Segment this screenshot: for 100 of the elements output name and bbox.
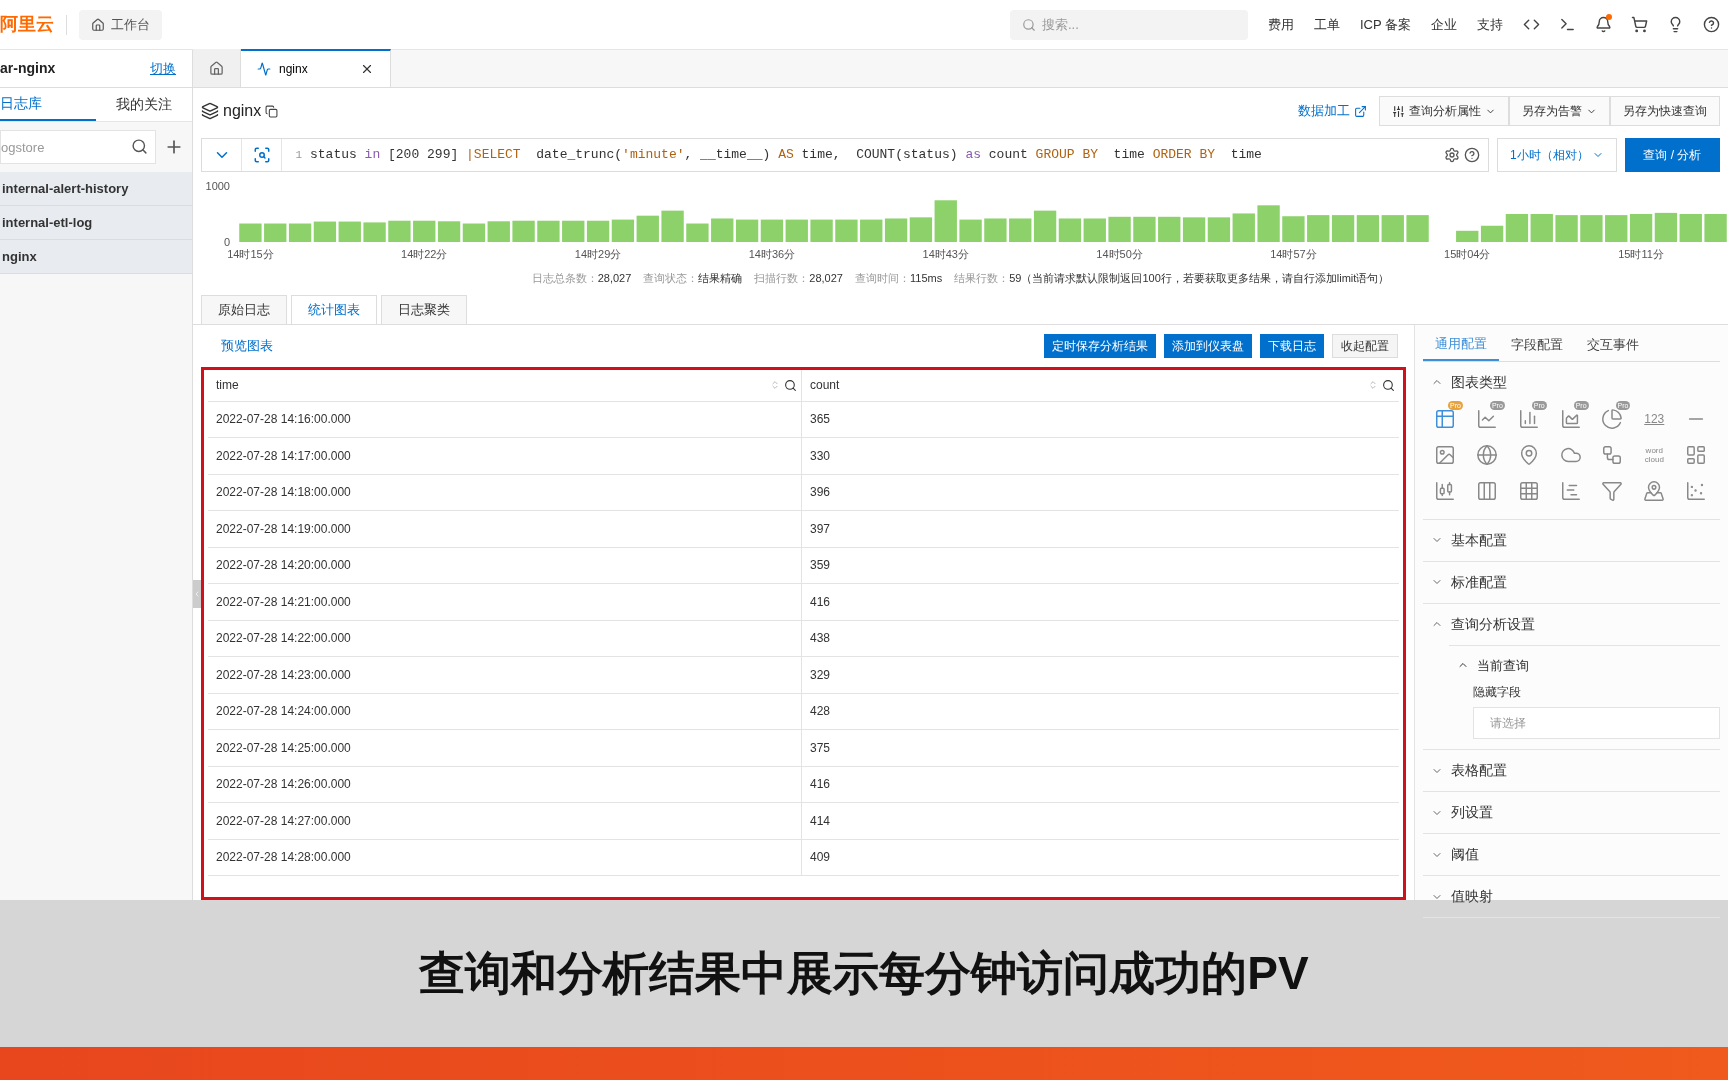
table-icon[interactable] <box>1434 407 1456 430</box>
query-button[interactable]: 查询 / 分析 <box>1625 138 1720 172</box>
copy-icon[interactable] <box>265 104 279 118</box>
sidebar-tab[interactable]: 日志库 <box>0 88 96 121</box>
data-process-link[interactable]: 数据加工 <box>1298 101 1367 121</box>
histogram-bar <box>1058 218 1082 242</box>
sidebar-tab[interactable]: 我的关注 <box>96 88 192 121</box>
search-icon <box>1021 17 1036 32</box>
histogram-bar <box>1381 215 1404 242</box>
histogram-bar <box>487 221 510 242</box>
logstore-item[interactable]: internal-etl-log <box>0 206 192 240</box>
histogram-bar <box>1679 214 1702 242</box>
query-editor[interactable]: 1 status in [200 299] |SELECT date_trunc('minute', __time__) AS time, COUNT(status) as count GROUP BY time ORDER BY time <box>201 138 1489 172</box>
image-icon[interactable] <box>1434 443 1456 466</box>
bar-chart-icon[interactable] <box>1517 407 1540 430</box>
section-header[interactable]: 表格配置 <box>1423 760 1507 781</box>
nav-link[interactable]: 费用 <box>1267 14 1294 35</box>
query-assist-icon[interactable] <box>252 146 271 164</box>
config-tab[interactable]: 通用配置 <box>1423 328 1499 361</box>
action-button[interactable]: 查询分析属性 <box>1379 96 1509 126</box>
toolbar-button[interactable]: 添加到仪表盘 <box>1164 333 1252 358</box>
search-icon[interactable] <box>784 378 797 392</box>
section-header[interactable]: 阈值 <box>1423 844 1479 865</box>
page-tab[interactable]: nginx <box>241 49 391 87</box>
axis-label: 1000 <box>205 180 230 192</box>
histogram-bar <box>1356 215 1380 242</box>
gantt-icon[interactable] <box>1559 479 1582 502</box>
blocks-icon[interactable] <box>1685 443 1708 466</box>
help-icon[interactable] <box>1703 16 1720 33</box>
nav-link[interactable]: 支持 <box>1477 14 1503 35</box>
table-cell-text: 2022-07-28 14:18:00.000 <box>216 484 351 502</box>
nav-link[interactable]: ICP 备案 <box>1359 14 1411 35</box>
histogram-bar <box>611 219 635 242</box>
axis-label: 15时04分 <box>1444 247 1491 262</box>
pie-chart-icon[interactable] <box>1601 407 1624 430</box>
workbench-button[interactable]: 工作台 <box>79 9 162 40</box>
columns-icon[interactable] <box>1475 479 1498 502</box>
location-icon[interactable] <box>1643 479 1666 502</box>
help-icon[interactable] <box>1464 147 1480 163</box>
nav-link[interactable]: 企业 <box>1431 14 1457 35</box>
area-chart-icon[interactable] <box>1559 407 1582 430</box>
histogram-bar <box>288 223 312 242</box>
result-tab[interactable]: 日志聚类 <box>381 294 467 324</box>
table-cell-text: 365 <box>810 411 831 429</box>
section-header[interactable]: 标准配置 <box>1423 571 1507 593</box>
histogram-bar <box>388 220 411 242</box>
logstore-item[interactable]: nginx <box>0 240 192 274</box>
number-chart-option[interactable]: 123 <box>1636 404 1673 433</box>
table-cell-text: 330 <box>810 447 831 465</box>
notification-icon[interactable] <box>1595 16 1612 33</box>
table-cell-text: 2022-07-28 14:23:00.000 <box>216 666 351 684</box>
section-header[interactable]: 基本配置 <box>1423 529 1507 551</box>
config-tab[interactable]: 交互事件 <box>1575 328 1651 361</box>
result-tab[interactable]: 原始日志 <box>201 294 287 324</box>
histogram-bar <box>661 210 684 242</box>
home-tab[interactable] <box>193 49 241 87</box>
histogram-bar <box>512 220 535 242</box>
table-cell-text: 397 <box>810 520 831 538</box>
histogram-bar <box>1009 218 1032 242</box>
section-header[interactable]: 值映射 <box>1423 886 1493 907</box>
search-icon[interactable] <box>1382 378 1395 392</box>
result-tab[interactable]: 统计图表 <box>291 294 377 324</box>
search-field[interactable]: 搜索... <box>1009 9 1248 40</box>
cart-icon[interactable] <box>1631 16 1648 33</box>
histogram-bar <box>363 222 386 242</box>
candlestick-icon[interactable] <box>1434 479 1456 502</box>
nav-link[interactable]: 工单 <box>1313 14 1340 35</box>
histogram-bar <box>338 221 361 242</box>
action-button[interactable]: 另存为告警 <box>1509 96 1610 126</box>
section-header[interactable]: 列设置 <box>1423 802 1493 823</box>
scatter-icon[interactable] <box>1685 479 1708 502</box>
logstore-search-field[interactable]: ogstore <box>0 130 156 164</box>
config-tab[interactable]: 字段配置 <box>1499 328 1575 361</box>
toolbar-button[interactable]: 定时保存分析结果 <box>1044 333 1156 358</box>
switch-link[interactable]: 切换 <box>150 58 176 79</box>
collapse-handle[interactable] <box>193 580 201 608</box>
time-range-select[interactable]: 1小时（相对） <box>1497 138 1617 172</box>
funnel-icon[interactable] <box>1601 479 1624 502</box>
toolbar-button[interactable]: 收起配置 <box>1332 333 1398 358</box>
grid-icon[interactable] <box>1517 479 1540 502</box>
stats-text: 查询状态：结果精确 <box>643 271 743 286</box>
axis-label: 14时22分 <box>401 247 448 262</box>
subsection-header[interactable]: 当前查询 <box>1449 655 1529 675</box>
line-chart-icon[interactable] <box>1475 407 1498 430</box>
table-cell-text: 2022-07-28 14:20:00.000 <box>216 557 351 575</box>
word-cloud-option[interactable]: word cloud <box>1636 440 1673 469</box>
search-icon[interactable] <box>131 138 148 155</box>
section-header[interactable]: 图表类型 <box>1423 371 1507 393</box>
table-cell-text: 2022-07-28 14:25:00.000 <box>216 739 351 757</box>
settings-icon[interactable] <box>1444 147 1460 163</box>
logstore-item[interactable]: internal-alert-history <box>0 172 192 206</box>
globe-icon[interactable] <box>1475 443 1498 466</box>
toolbar-button[interactable]: 下载日志 <box>1260 333 1324 358</box>
action-button[interactable]: 另存为快速查询 <box>1610 96 1720 126</box>
flow-icon[interactable] <box>1601 443 1624 466</box>
close-icon[interactable] <box>360 62 374 76</box>
histogram-bar <box>313 221 337 242</box>
terminal-icon[interactable] <box>1559 16 1576 33</box>
axis-label: 15时11分 <box>1618 247 1664 262</box>
section-header[interactable]: 查询分析设置 <box>1423 613 1535 635</box>
